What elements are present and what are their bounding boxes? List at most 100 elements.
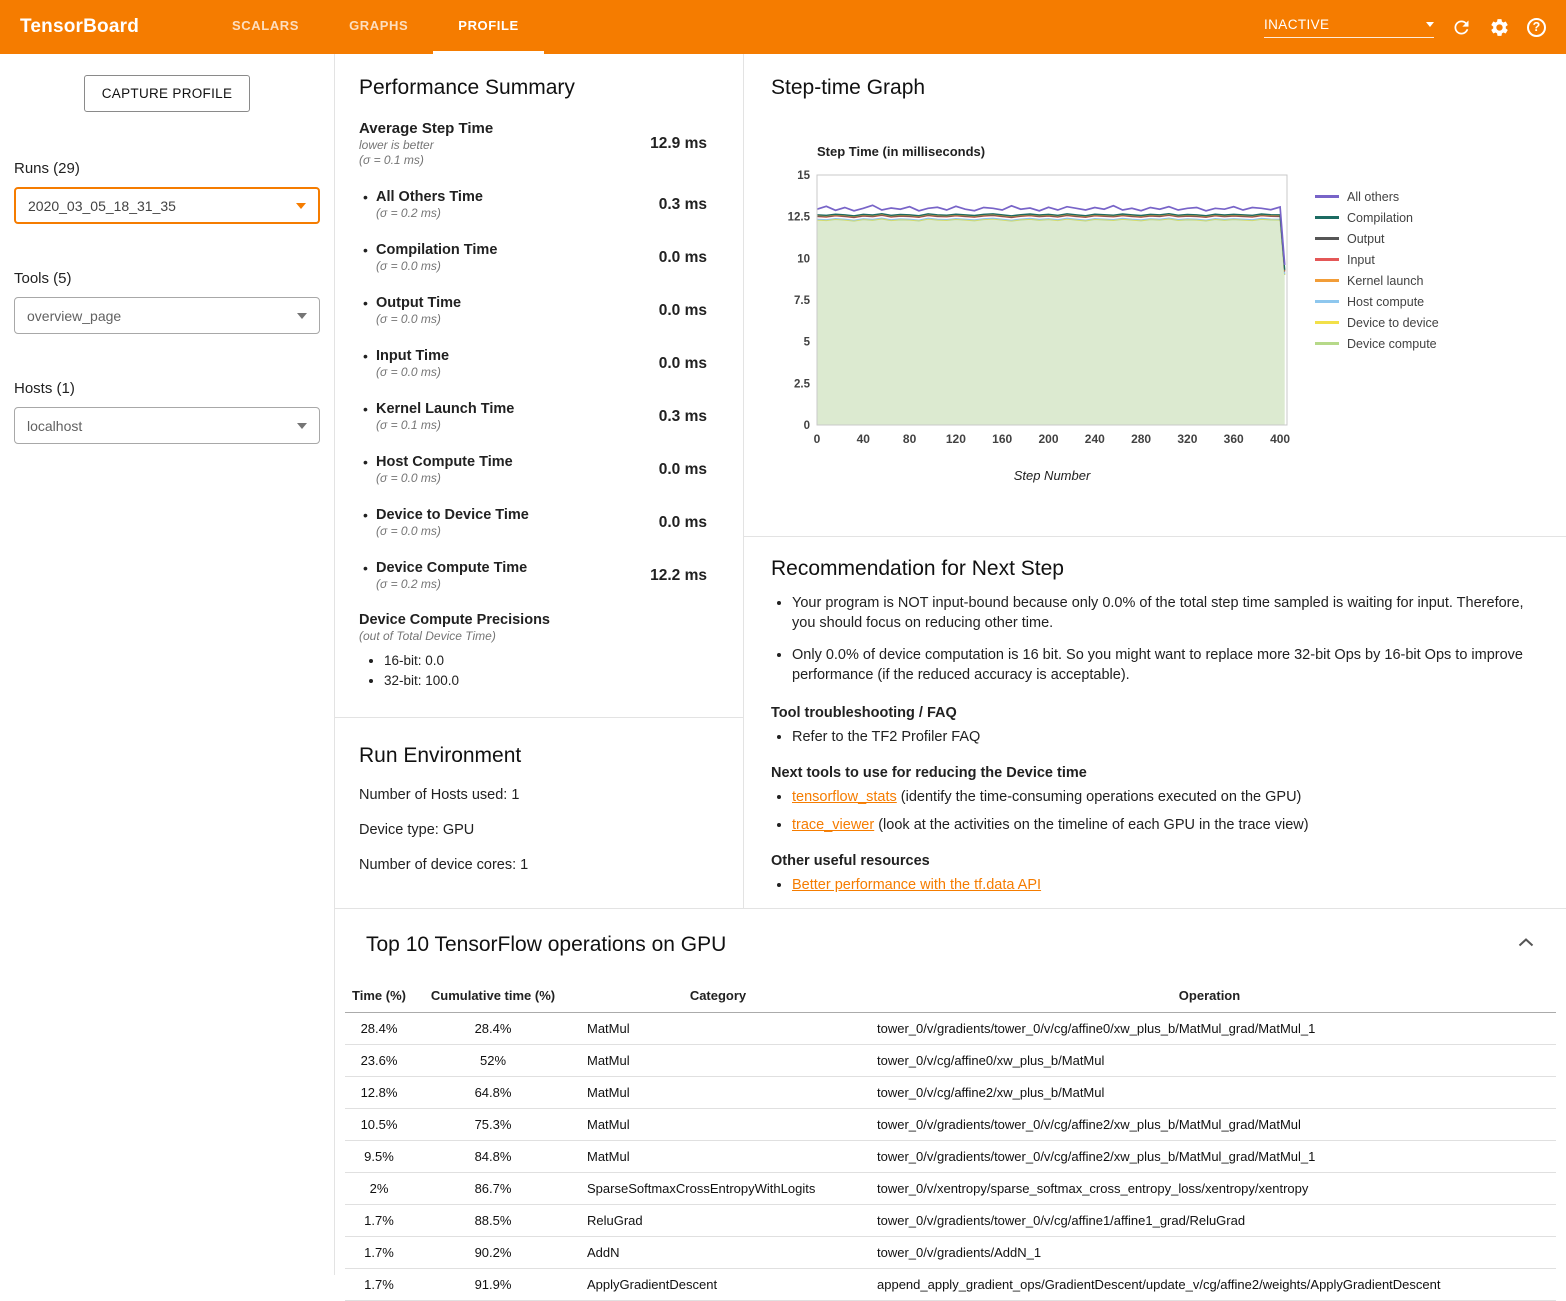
legend-item-input: Input	[1315, 249, 1439, 270]
legend-label: Compilation	[1347, 211, 1413, 225]
chevron-down-icon	[297, 313, 307, 319]
svg-text:40: 40	[857, 432, 871, 446]
chevron-down-icon	[1426, 22, 1434, 27]
rec-subheading: Other useful resources	[771, 853, 1526, 869]
metric-sigma: (σ = 0.0 ms)	[376, 471, 651, 486]
legend-swatch	[1315, 195, 1339, 198]
tools-dropdown[interactable]: overview_page	[14, 297, 320, 334]
refresh-icon[interactable]	[1451, 17, 1472, 38]
runs-label: Runs (29)	[14, 160, 320, 177]
link-trace-viewer[interactable]: trace_viewer	[792, 817, 874, 833]
svg-text:120: 120	[946, 432, 966, 446]
table-row: 28.4% 28.4% MatMul tower_0/v/gradients/t…	[345, 1013, 1556, 1045]
svg-text:240: 240	[1085, 432, 1105, 446]
svg-text:15: 15	[797, 170, 810, 182]
runs-dropdown[interactable]: 2020_03_05_18_31_35	[14, 187, 320, 224]
tab-scalars[interactable]: SCALARS	[207, 0, 324, 54]
column-header: Time (%)	[345, 979, 413, 1013]
svg-text:7.5: 7.5	[794, 295, 811, 307]
app-header: TensorBoard SCALARSGRAPHSPROFILE INACTIV…	[0, 0, 1566, 54]
table-row: 23.6% 52% MatMul tower_0/v/cg/affine0/xw…	[345, 1045, 1556, 1077]
tab-graphs[interactable]: GRAPHS	[324, 0, 433, 54]
tab-profile[interactable]: PROFILE	[433, 0, 544, 54]
hosts-label: Hosts (1)	[14, 380, 320, 397]
table-row: 12.8% 64.8% MatMul tower_0/v/cg/affine2/…	[345, 1077, 1556, 1109]
metric-row: • Output Time (σ = 0.0 ms) 0.0 ms	[359, 294, 707, 327]
legend-label: Kernel launch	[1347, 274, 1423, 288]
legend-swatch	[1315, 321, 1339, 324]
metric-row: • Host Compute Time (σ = 0.0 ms) 0.0 ms	[359, 453, 707, 486]
metric-label: Host Compute Time	[376, 453, 651, 471]
gear-icon[interactable]	[1489, 17, 1510, 38]
table-row: 10.5% 75.3% MatMul tower_0/v/gradients/t…	[345, 1109, 1556, 1141]
tab-bar: SCALARSGRAPHSPROFILE	[207, 0, 544, 54]
metric-label: Kernel Launch Time	[376, 400, 651, 418]
recommendation-title: Recommendation for Next Step	[771, 557, 1526, 581]
svg-text:160: 160	[992, 432, 1012, 446]
legend-label: All others	[1347, 190, 1399, 204]
step-time-graph-title: Step-time Graph	[771, 76, 1548, 100]
step-time-graph-section: Step-time Graph Step Time (in millisecon…	[744, 54, 1566, 537]
link-tensorflow-stats[interactable]: tensorflow_stats	[792, 789, 897, 805]
legend-label: Input	[1347, 253, 1375, 267]
metric-row: • Kernel Launch Time (σ = 0.1 ms) 0.3 ms	[359, 400, 707, 433]
step-time-chart: Step Time (in milliseconds) 02.557.51012…	[771, 144, 1548, 483]
metric-sigma: (σ = 0.0 ms)	[376, 524, 651, 539]
main-content: Performance Summary Average Step Time lo…	[334, 54, 1566, 1275]
top-ops-title: Top 10 TensorFlow operations on GPU	[366, 933, 1556, 957]
legend-item-kernel-launch: Kernel launch	[1315, 270, 1439, 291]
chevron-down-icon	[297, 423, 307, 429]
legend-label: Output	[1347, 232, 1385, 246]
metrics-list: Average Step Time lower is better (σ = 0…	[359, 120, 707, 592]
series-device-compute	[817, 219, 1285, 425]
svg-text:0: 0	[804, 420, 810, 432]
capture-profile-button[interactable]: CAPTURE PROFILE	[84, 75, 250, 112]
recommendation-bullet: Your program is NOT input-bound because …	[792, 593, 1526, 634]
run-environment-section: Run Environment Number of Hosts used: 1D…	[335, 718, 743, 873]
sidebar: CAPTURE PROFILE Runs (29) 2020_03_05_18_…	[0, 54, 334, 1275]
legend-label: Device compute	[1347, 337, 1437, 351]
rec-item: Refer to the TF2 Profiler FAQ	[792, 727, 1526, 747]
table-row: 2% 86.7% SparseSoftmaxCrossEntropyWithLo…	[345, 1173, 1556, 1205]
metric-label: Input Time	[376, 347, 651, 365]
performance-summary-section: Performance Summary Average Step Time lo…	[335, 54, 743, 718]
tools-value: overview_page	[27, 308, 121, 324]
hosts-dropdown[interactable]: localhost	[14, 407, 320, 444]
run-environment-title: Run Environment	[359, 744, 719, 768]
table-row: 1.7% 91.9% ApplyGradientDescent append_a…	[345, 1269, 1556, 1301]
metric-row: • All Others Time (σ = 0.2 ms) 0.3 ms	[359, 188, 707, 221]
svg-text:10: 10	[797, 253, 810, 265]
hosts-value: localhost	[27, 418, 82, 434]
status-dropdown[interactable]: INACTIVE	[1264, 17, 1434, 38]
precision-item: 32-bit: 100.0	[384, 673, 707, 688]
metric-row: Average Step Time lower is better (σ = 0…	[359, 120, 707, 168]
bullet: •	[359, 241, 376, 259]
svg-text:80: 80	[903, 432, 917, 446]
bullet: •	[359, 400, 376, 418]
table-row: 1.7% 90.2% AddN tower_0/v/gradients/AddN…	[345, 1237, 1556, 1269]
metric-value: 0.3 ms	[659, 196, 707, 214]
svg-text:280: 280	[1131, 432, 1151, 446]
rec-subheading: Tool troubleshooting / FAQ	[771, 705, 1526, 721]
environment-line: Number of Hosts used: 1	[359, 787, 719, 803]
column-header: Cumulative time (%)	[413, 979, 573, 1013]
svg-text:0: 0	[814, 432, 821, 446]
chart-title: Step Time (in milliseconds)	[817, 144, 1301, 159]
legend-item-host-compute: Host compute	[1315, 291, 1439, 312]
metric-value: 0.0 ms	[659, 461, 707, 479]
legend-item-all-others: All others	[1315, 186, 1439, 207]
rec-item: tensorflow_stats (identify the time-cons…	[792, 787, 1526, 807]
metric-value: 12.2 ms	[650, 567, 707, 585]
metric-value: 0.3 ms	[659, 408, 707, 426]
environment-lines: Number of Hosts used: 1Device type: GPUN…	[359, 787, 719, 873]
legend-item-device-compute: Device compute	[1315, 333, 1439, 354]
help-icon[interactable]: ?	[1527, 18, 1546, 37]
svg-text:320: 320	[1177, 432, 1197, 446]
legend-swatch	[1315, 300, 1339, 303]
chart-x-axis-label: Step Number	[817, 468, 1287, 483]
legend-swatch	[1315, 342, 1339, 345]
bullet: •	[359, 294, 376, 312]
chevron-up-icon[interactable]	[1514, 931, 1538, 954]
link-better-performance-with-the-tf-data-api[interactable]: Better performance with the tf.data API	[792, 877, 1041, 893]
metric-value: 0.0 ms	[659, 302, 707, 320]
